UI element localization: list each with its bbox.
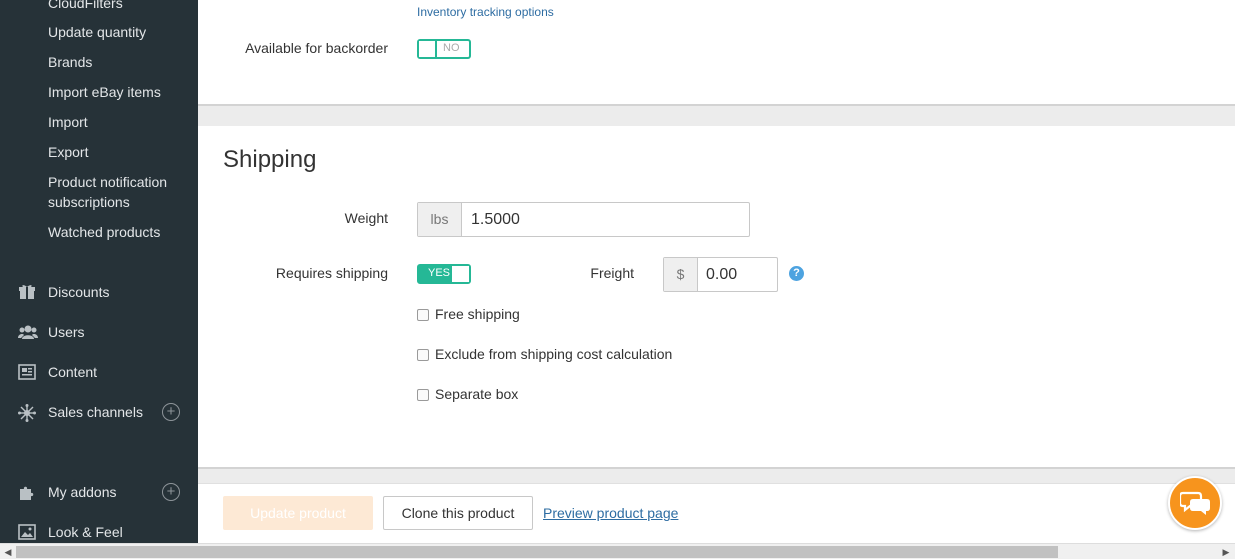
- help-icon[interactable]: ?: [789, 266, 804, 281]
- horizontal-scrollbar[interactable]: ◀ ▶: [0, 543, 1235, 559]
- sidebar: CloudFilters Update quantity Brands Impo…: [0, 0, 198, 543]
- sidebar-item-label: Users: [48, 324, 85, 340]
- requires-shipping-toggle[interactable]: YES: [417, 264, 471, 284]
- sidebar-item-import-ebay[interactable]: Import eBay items: [48, 82, 188, 102]
- puzzle-icon: [18, 484, 36, 500]
- checkbox-label: Separate box: [435, 386, 519, 402]
- sidebar-item-my-addons[interactable]: My addons +: [0, 477, 198, 507]
- expand-plus-icon[interactable]: +: [162, 483, 180, 501]
- sidebar-item-watched-products[interactable]: Watched products: [48, 222, 188, 242]
- expand-plus-icon[interactable]: +: [162, 403, 180, 421]
- main-content: Inventory tracking options Available for…: [198, 0, 1235, 543]
- sidebar-item-content[interactable]: Content: [0, 357, 198, 387]
- weight-unit-addon: lbs: [418, 203, 462, 236]
- sidebar-item-label: Content: [48, 364, 98, 380]
- scrollbar-thumb[interactable]: [16, 546, 1058, 558]
- network-icon: [18, 404, 36, 422]
- clone-product-button[interactable]: Clone this product: [383, 496, 533, 530]
- chat-bubbles-icon: [1178, 489, 1210, 517]
- users-icon: [18, 324, 38, 340]
- toggle-state-label: NO: [443, 42, 460, 54]
- weight-input-group[interactable]: lbs 1.5000: [417, 202, 750, 237]
- sidebar-item-import[interactable]: Import: [48, 112, 188, 132]
- sidebar-item-update-quantity[interactable]: Update quantity: [48, 22, 188, 42]
- scroll-right-arrow-icon[interactable]: ▶: [1221, 547, 1231, 557]
- sidebar-item-brands[interactable]: Brands: [48, 52, 188, 72]
- checkbox-label: Exclude from shipping cost calculation: [435, 346, 673, 362]
- weight-input[interactable]: 1.5000: [471, 203, 520, 236]
- sidebar-item-label: My addons: [48, 484, 117, 500]
- gift-icon: [18, 284, 36, 300]
- sidebar-item-label: Look & Feel: [48, 524, 123, 540]
- sidebar-item-sales-channels[interactable]: Sales channels +: [0, 397, 198, 427]
- backorder-toggle[interactable]: NO: [417, 39, 471, 59]
- weight-label: Weight: [344, 210, 388, 226]
- action-footer: Update product Clone this product Previe…: [198, 483, 1235, 543]
- backorder-label: Available for backorder: [245, 40, 388, 56]
- requires-shipping-label: Requires shipping: [275, 265, 388, 281]
- checkbox-label: Free shipping: [435, 306, 520, 322]
- sidebar-item-export[interactable]: Export: [48, 142, 188, 162]
- sidebar-item-look-feel[interactable]: Look & Feel: [0, 517, 198, 543]
- shipping-panel: Shipping Weight lbs 1.5000 Requires ship…: [198, 126, 1235, 469]
- sidebar-item-discounts[interactable]: Discounts: [0, 277, 198, 307]
- inventory-panel: Inventory tracking options Available for…: [198, 0, 1235, 106]
- freight-input[interactable]: 0.00: [706, 258, 737, 291]
- sidebar-item-notification-subscriptions[interactable]: Product notification subscriptions: [48, 172, 188, 212]
- inventory-tracking-link[interactable]: Inventory tracking options: [417, 5, 554, 19]
- toggle-knob: [419, 41, 437, 57]
- sidebar-item-label: Sales channels: [48, 404, 143, 420]
- sidebar-item-cloudfilters[interactable]: CloudFilters: [48, 0, 188, 13]
- freight-input-group[interactable]: $ 0.00: [663, 257, 778, 292]
- freight-label: Freight: [590, 265, 634, 281]
- shipping-heading: Shipping: [223, 146, 317, 173]
- scroll-left-arrow-icon[interactable]: ◀: [3, 547, 13, 557]
- image-icon: [18, 524, 36, 540]
- exclude-shipping-cost-checkbox[interactable]: [417, 349, 429, 361]
- sidebar-item-label: Discounts: [48, 284, 110, 300]
- toggle-knob: [452, 266, 469, 282]
- separate-box-checkbox[interactable]: [417, 389, 429, 401]
- preview-product-link[interactable]: Preview product page: [543, 505, 678, 521]
- freight-currency-addon: $: [664, 258, 698, 291]
- update-product-button[interactable]: Update product: [223, 496, 373, 530]
- toggle-state-label: YES: [428, 267, 451, 279]
- newspaper-icon: [18, 364, 36, 380]
- free-shipping-checkbox[interactable]: [417, 309, 429, 321]
- chat-widget-button[interactable]: [1168, 476, 1222, 530]
- sidebar-item-users[interactable]: Users: [0, 317, 198, 347]
